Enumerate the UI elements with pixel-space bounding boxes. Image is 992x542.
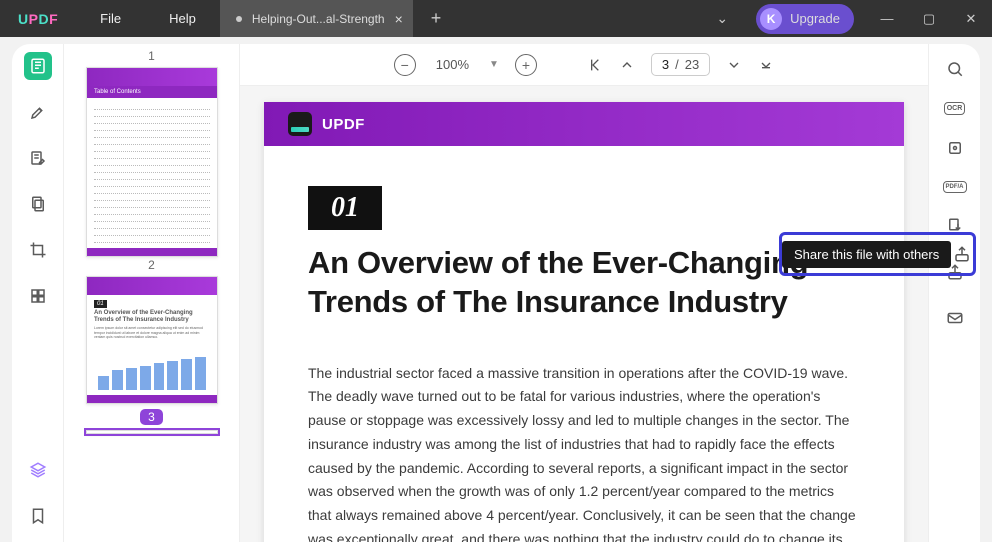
document-tab[interactable]: Helping-Out...al-Strength × [220, 0, 413, 37]
prev-page-icon[interactable] [619, 57, 635, 73]
headline: An Overview of the Ever-Changing Trends … [308, 244, 860, 322]
updf-badge-icon [288, 112, 312, 136]
body-paragraph: The industrial sector faced a massive tr… [308, 362, 860, 542]
avatar: K [760, 8, 782, 30]
minimize-button[interactable]: — [866, 0, 908, 37]
last-page-icon[interactable] [758, 57, 774, 73]
upgrade-button[interactable]: K Upgrade [756, 4, 854, 34]
organize-icon[interactable] [24, 190, 52, 218]
section-number-box: 01 [308, 186, 382, 230]
share-tooltip: Share this file with others [782, 241, 951, 268]
page-banner: UPDF [264, 102, 904, 146]
thumb-label-3: 3 [140, 409, 163, 425]
thumbnail-page-2[interactable]: 01 An Overview of the Ever-Changing Tren… [86, 276, 218, 404]
current-page: 3 [662, 57, 669, 72]
window-controls: — ▢ ✕ [866, 0, 992, 37]
document-scroll[interactable]: UPDF 01 An Overview of the Ever-Changing… [240, 86, 928, 542]
menu-file[interactable]: File [76, 11, 145, 26]
thumb-label-2: 2 [86, 257, 217, 276]
view-toolbar: − 100% ▼ + 3 / 23 [240, 44, 928, 86]
zoom-dropdown-icon[interactable]: ▼ [489, 59, 499, 70]
share-tooltip-highlight: Share this file with others [779, 232, 976, 276]
next-page-icon[interactable] [726, 57, 742, 73]
menu-help[interactable]: Help [145, 11, 220, 26]
left-rail [12, 44, 64, 542]
bookmark-icon[interactable] [24, 502, 52, 530]
highlighter-icon[interactable] [24, 98, 52, 126]
zoom-value: 100% [432, 57, 473, 72]
tools-icon[interactable] [24, 282, 52, 310]
edit-text-icon[interactable] [24, 144, 52, 172]
page-view: UPDF 01 An Overview of the Ever-Changing… [264, 102, 904, 542]
thumbnail-page-3[interactable] [86, 430, 218, 434]
share-icon-highlighted[interactable] [951, 234, 973, 274]
search-icon[interactable] [942, 56, 968, 82]
tab-title: Helping-Out...al-Strength [252, 12, 385, 26]
main-viewer: − 100% ▼ + 3 / 23 UPDF 01 [240, 44, 928, 542]
page-indicator[interactable]: 3 / 23 [651, 53, 710, 76]
upgrade-label: Upgrade [790, 11, 840, 26]
maximize-button[interactable]: ▢ [908, 0, 950, 37]
crop-icon[interactable] [24, 236, 52, 264]
mail-icon[interactable] [942, 305, 968, 331]
recent-dropdown[interactable]: ⌄ [700, 10, 744, 27]
app-logo: UPDF [0, 11, 76, 27]
first-page-icon[interactable] [587, 57, 603, 73]
tab-modified-dot [236, 16, 242, 22]
flatten-icon[interactable] [942, 135, 968, 161]
total-pages: 23 [685, 57, 699, 72]
zoom-out-button[interactable]: − [394, 54, 416, 76]
zoom-in-button[interactable]: + [515, 54, 537, 76]
thumb-label-1: 1 [86, 48, 217, 67]
titlebar: UPDF File Help Helping-Out...al-Strength… [0, 0, 992, 37]
thumb-heading: An Overview of the Ever-Changing Trends … [94, 310, 210, 323]
thumbnail-panel: 1 Table of Contents 2 01 An Overview of … [64, 44, 240, 542]
thumbnails-mode-icon[interactable] [24, 52, 52, 80]
banner-brand: UPDF [322, 116, 365, 133]
thumb-bar-chart [94, 340, 210, 390]
right-rail: OCR PDF/A [928, 44, 980, 542]
new-tab-button[interactable]: + [413, 8, 460, 29]
thumb-section-num: 01 [94, 300, 107, 308]
layers-icon[interactable] [24, 456, 52, 484]
ocr-button[interactable]: OCR [944, 102, 966, 115]
close-icon[interactable]: × [395, 11, 403, 27]
workspace: 1 Table of Contents 2 01 An Overview of … [12, 44, 980, 542]
pdfa-button[interactable]: PDF/A [943, 181, 967, 193]
toc-title: Table of Contents [87, 86, 217, 98]
thumbnail-page-1[interactable]: Table of Contents [86, 67, 218, 257]
close-window-button[interactable]: ✕ [950, 0, 992, 37]
